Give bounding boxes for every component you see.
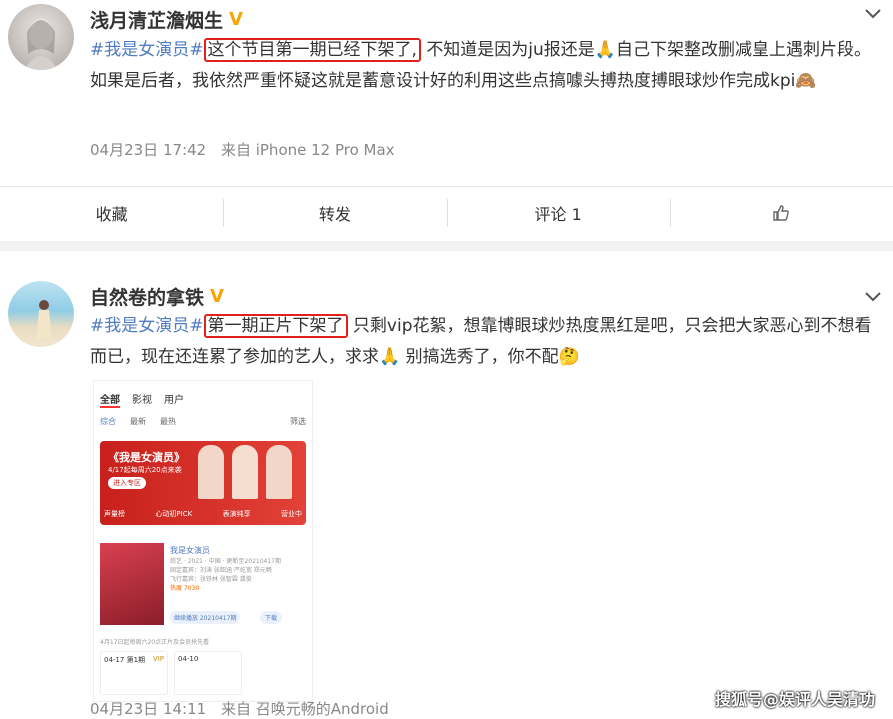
screenshot-tab-user: 用户 [164, 395, 184, 406]
screenshot-filter: 筛选 [290, 417, 306, 426]
screenshot-subtab: 综合 [100, 417, 116, 426]
banner-link: 表演纯享 [222, 510, 251, 518]
post-date[interactable]: 04月23日 14:11 [90, 700, 206, 718]
post-source: 来自 召唤元畅的Android [220, 700, 389, 718]
highlighted-text: 这个节目第一期已经下架了, [203, 38, 421, 62]
post-separator [0, 241, 893, 251]
show-info: 综艺 · 2021 · 中国 · 更新至20210417期 固定嘉宾：刘涛 张韶… [170, 557, 300, 593]
screenshot-subtab: 最热 [160, 417, 176, 426]
screenshot-banner: 《我是女演员》 4/17起每周六20点来袭 进入专区 声量榜 心动初PICK 表… [100, 441, 306, 525]
repost-button[interactable]: 转发 [223, 187, 446, 239]
episode-card: 04-10 [174, 651, 242, 695]
chevron-down-icon[interactable] [865, 287, 881, 306]
show-info-line: 固定嘉宾：刘涛 张韶涵 严屹宽 郑元畅 [170, 567, 272, 574]
banner-person [198, 445, 224, 499]
banner-person [232, 445, 258, 499]
post-text: #我是女演员# 这个节目第一期已经下架了, 不知道是因为ju报还是🙏自己下架整改删… [90, 35, 880, 97]
avatar[interactable] [8, 4, 74, 70]
post-meta: 04月23日 14:11 来自 召唤元畅的Android [90, 698, 399, 719]
post-source: 来自 iPhone 12 Pro Max [220, 141, 395, 159]
banner-title: 《我是女演员》 [108, 451, 185, 464]
screenshot-tabs: 全部 影视 用户 [94, 381, 312, 412]
show-play-button: 继续播放 20210417期 [170, 611, 241, 624]
screenshot-subtabs: 综合 最新 最热 筛选 [94, 412, 312, 431]
topic-link[interactable]: #我是女演员# [90, 40, 204, 60]
like-button[interactable] [669, 187, 893, 239]
post-date[interactable]: 04月23日 17:42 [90, 141, 206, 159]
thumbs-up-icon [773, 205, 790, 221]
show-title: 我是女演员 [170, 546, 210, 555]
banner-links: 声量榜 心动初PICK 表演纯享 营业中 [104, 509, 302, 519]
post-1: 浅月清芷澹烟生 V #我是女演员# 这个节目第一期已经下架了, 不知道是因为ju报… [0, 0, 893, 240]
show-info-line: 飞行嘉宾：张铁林 张智霖 龚俊 [170, 576, 252, 583]
show-download-button: 下载 [260, 611, 283, 624]
screenshot-subtab: 最新 [130, 417, 146, 426]
post-text: #我是女演员# 第一期正片下架了 只剩vip花絮，想靠博眼球炒热度黑红是吧，只会把… [90, 311, 880, 373]
collect-button[interactable]: 收藏 [0, 187, 223, 239]
username-text[interactable]: 浅月清芷澹烟生 [90, 6, 223, 33]
highlighted-text: 第一期正片下架了 [203, 314, 348, 338]
avatar-image [24, 19, 58, 70]
episode-card: VIP 04-17 第1期 [100, 651, 168, 695]
screenshot-tab-all: 全部 [100, 391, 120, 408]
show-info-line: 综艺 · 2021 · 中国 · 更新至20210417期 [170, 558, 281, 565]
vip-badge: VIP [152, 655, 164, 663]
watermark: 搜狐号@娱评人吴清功 [714, 690, 875, 709]
episode-label: 04-10 [178, 655, 199, 663]
verified-icon: V [210, 285, 224, 307]
screenshot-note: 4月17日起每周六20点正片及会员抢先看 [100, 639, 210, 646]
banner-subtitle: 4/17起每周六20点来袭 [108, 466, 182, 474]
username[interactable]: 浅月清芷澹烟生 V [90, 6, 247, 33]
username[interactable]: 自然卷的拿铁 V [90, 283, 228, 310]
comment-button[interactable]: 评论 1 [446, 187, 670, 239]
show-poster [100, 543, 164, 625]
topic-link[interactable]: #我是女演员# [90, 316, 204, 336]
screenshot-tab-video: 影视 [132, 395, 152, 406]
avatar[interactable] [8, 281, 74, 347]
chevron-down-icon[interactable] [865, 4, 881, 23]
banner-button: 进入专区 [108, 477, 146, 489]
banner-link: 心动初PICK [155, 510, 193, 518]
action-bar: 收藏 转发 评论 1 [0, 187, 893, 239]
banner-link: 声量榜 [104, 510, 125, 518]
embedded-screenshot[interactable]: 全部 影视 用户 综合 最新 最热 筛选 《我是女演员》 4/17起每周六20点… [93, 380, 313, 702]
post-meta: 04月23日 17:42 来自 iPhone 12 Pro Max [90, 139, 405, 160]
show-hot: 热度 7030 [170, 585, 200, 592]
banner-link: 营业中 [280, 510, 302, 518]
banner-person [266, 445, 292, 499]
screenshot-show-card: 我是女演员 综艺 · 2021 · 中国 · 更新至20210417期 固定嘉宾… [100, 543, 306, 643]
verified-icon: V [229, 8, 243, 30]
avatar-image [36, 300, 52, 339]
username-text[interactable]: 自然卷的拿铁 [90, 283, 204, 310]
